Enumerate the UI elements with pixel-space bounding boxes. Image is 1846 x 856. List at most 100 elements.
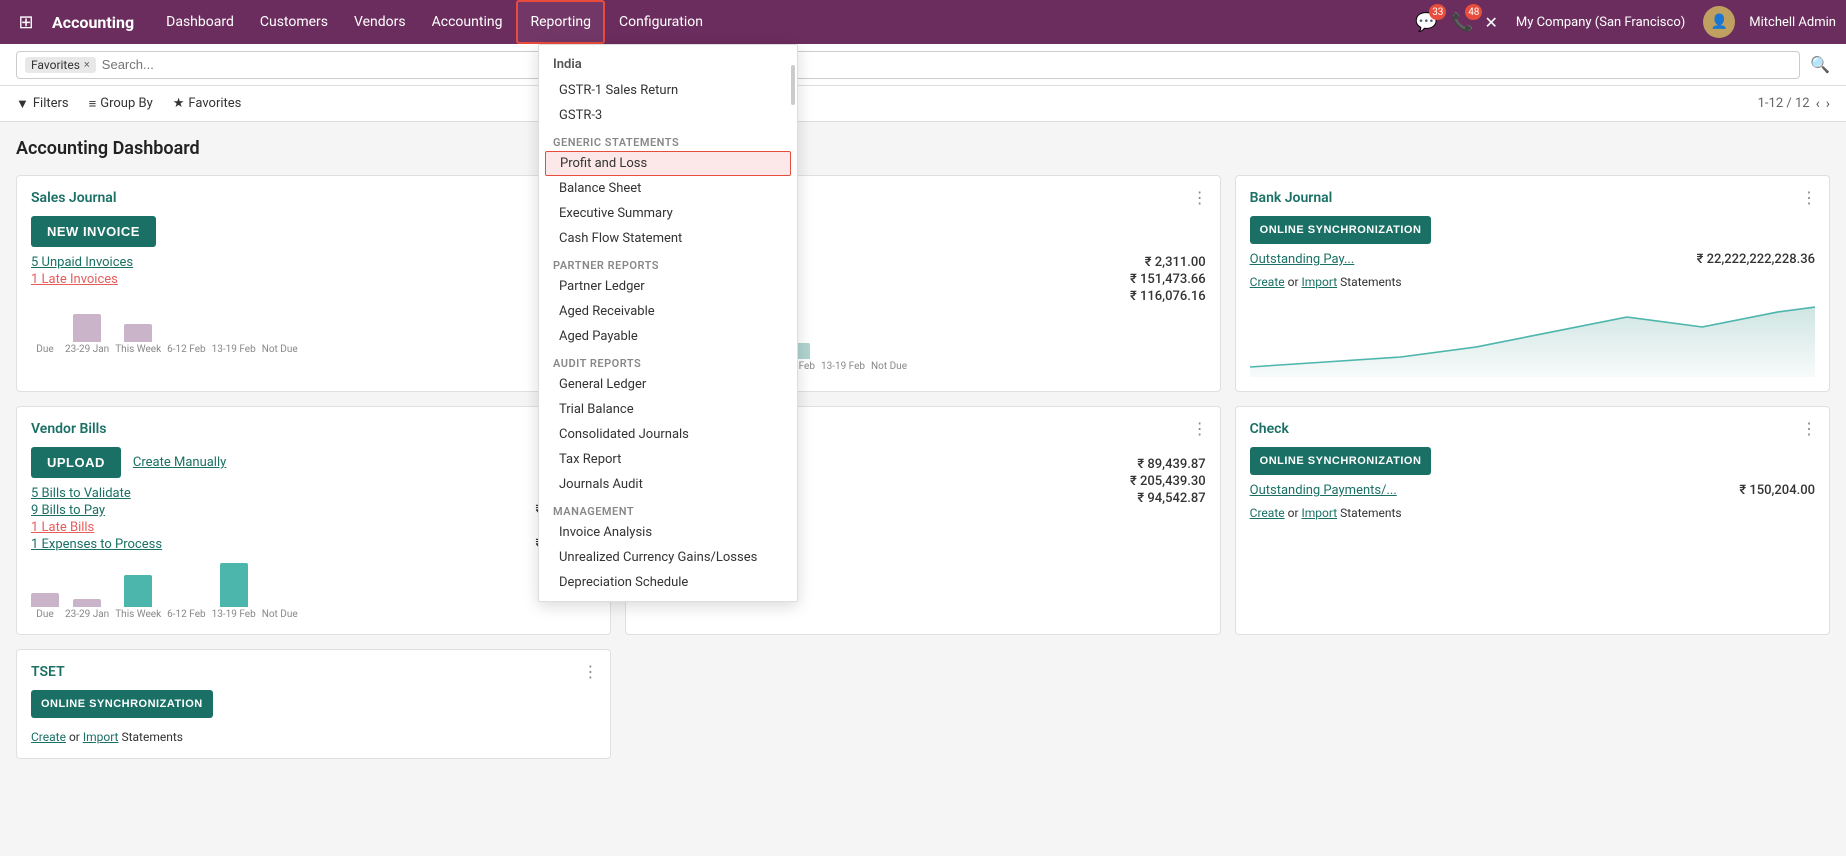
sales-journal-title: Sales Journal — [31, 190, 596, 206]
bills-validate-label[interactable]: 5 Bills to Validate — [31, 486, 131, 501]
partner-section-label: Partner Reports — [539, 251, 797, 274]
executive-summary-item[interactable]: Executive Summary — [539, 201, 797, 226]
nav-item-accounting[interactable]: Accounting — [420, 0, 515, 44]
stat-row: Outstanding Payments/... ₹ 150,204.00 — [1250, 483, 1815, 498]
depreciation-schedule-item[interactable]: Depreciation Schedule — [539, 570, 797, 595]
chart-bar — [73, 314, 101, 342]
general-ledger-item[interactable]: General Ledger — [539, 372, 797, 397]
tset-card: ⋮ TSET ONLINE SYNCHRONIZATION Create or … — [16, 649, 611, 759]
bank-journal-menu[interactable]: ⋮ — [1801, 188, 1817, 207]
partner-ledger-item[interactable]: Partner Ledger — [539, 274, 797, 299]
unpaid-value: ₹ 151,473.66 — [1130, 272, 1206, 287]
apps-icon[interactable]: ⊞ — [10, 6, 42, 38]
stat-row: 5 Bills to Validate ₹ 525.52 — [31, 486, 596, 501]
consolidated-journals-item[interactable]: Consolidated Journals — [539, 422, 797, 447]
tset-stmt: Statements — [121, 730, 183, 744]
create-link[interactable]: Create — [1250, 275, 1285, 289]
check-outstanding-label[interactable]: Outstanding Payments/... — [1250, 483, 1397, 498]
search-input[interactable] — [102, 57, 1791, 72]
check-menu[interactable]: ⋮ — [1801, 419, 1817, 438]
chart-col-6feb: 6-12 Feb — [167, 342, 205, 355]
nav-items: Dashboard Customers Vendors Accounting R… — [154, 0, 1412, 44]
profit-loss-item[interactable]: Profit and Loss — [545, 151, 791, 176]
new-invoice-button-sales[interactable]: NEW INVOICE — [31, 216, 156, 247]
check-create-link[interactable]: Create — [1250, 506, 1285, 520]
nav-item-dashboard[interactable]: Dashboard — [154, 0, 246, 44]
prev-page-button[interactable]: ‹ — [1816, 96, 1820, 112]
check-outstanding-value: ₹ 150,204.00 — [1739, 483, 1815, 498]
misc-journal-menu[interactable]: ⋮ — [1192, 419, 1208, 438]
nav-item-customers[interactable]: Customers — [248, 0, 340, 44]
or-text: or — [1288, 275, 1302, 289]
nav-item-configuration[interactable]: Configuration — [607, 0, 715, 44]
pagination-count: 1-12 / 12 — [1758, 96, 1810, 111]
expenses-label[interactable]: 1 Expenses to Process — [31, 537, 162, 552]
late-bills-label[interactable]: 1 Late Bills — [31, 520, 94, 535]
chat-icon[interactable]: 💬 33 — [1412, 8, 1440, 36]
check-import-link[interactable]: Import — [1301, 506, 1337, 520]
aged-payable-item[interactable]: Aged Payable — [539, 324, 797, 349]
chart-col: Due — [31, 593, 59, 620]
aged-receivable-item[interactable]: Aged Receivable — [539, 299, 797, 324]
tax-invoices-menu[interactable]: ⋮ — [1192, 188, 1208, 207]
gstr3-item[interactable]: GSTR-3 — [539, 103, 797, 128]
tag-label: Favorites — [31, 58, 80, 72]
chart-label: This Week — [115, 609, 161, 620]
page-content: Accounting Dashboard ⋮ Sales Journal NEW… — [0, 122, 1846, 844]
company-label: My Company (San Francisco) — [1516, 15, 1685, 30]
cashflow-item[interactable]: Cash Flow Statement — [539, 226, 797, 251]
late-invoices-label[interactable]: 1 Late Invoices — [31, 272, 118, 287]
nav-item-vendors[interactable]: Vendors — [342, 0, 418, 44]
close-icon[interactable]: ✕ — [1484, 13, 1497, 32]
user-avatar[interactable]: 👤 — [1703, 6, 1735, 38]
create-manually-link[interactable]: Create Manually — [133, 455, 226, 470]
upload-button[interactable]: UPLOAD — [31, 447, 121, 478]
nav-right: 💬 33 📞 48 ✕ My Company (San Francisco) 👤… — [1412, 6, 1836, 38]
chat-badge: 33 — [1429, 4, 1446, 20]
tag-remove[interactable]: × — [84, 58, 90, 71]
tset-menu[interactable]: ⋮ — [582, 662, 598, 681]
gstr1-item[interactable]: GSTR-1 Sales Return — [539, 78, 797, 103]
chart-label: 13-19 Feb — [212, 609, 256, 620]
check-or-text: or — [1288, 506, 1302, 520]
groupby-button[interactable]: ≡ Group By — [89, 96, 153, 112]
chart-label: 23-29 Jan — [65, 609, 109, 620]
trial-balance-item[interactable]: Trial Balance — [539, 397, 797, 422]
phone-icon[interactable]: 📞 48 — [1448, 8, 1476, 36]
chart-label: 13-19 Feb — [212, 344, 256, 355]
tset-create-link[interactable]: Create — [31, 730, 66, 744]
stat-row: 9 Bills to Pay ₹ 4,323.68 — [31, 503, 596, 518]
tax-report-item[interactable]: Tax Report — [539, 447, 797, 472]
bank-sync-button[interactable]: ONLINE SYNCHRONIZATION — [1250, 216, 1432, 244]
vendor-bills-title: Vendor Bills — [31, 421, 596, 437]
favorites-button[interactable]: ★ Favorites — [173, 96, 242, 111]
journals-audit-item[interactable]: Journals Audit — [539, 472, 797, 497]
search-button[interactable]: 🔍 — [1810, 55, 1830, 74]
chart-bar — [124, 575, 152, 607]
tset-import-link[interactable]: Import — [83, 730, 119, 744]
scrollbar-thumb[interactable] — [791, 65, 795, 105]
bills-pay-label[interactable]: 9 Bills to Pay — [31, 503, 105, 518]
filters-button[interactable]: ▼ Filters — [16, 96, 69, 112]
unrealized-currency-item[interactable]: Unrealized Currency Gains/Losses — [539, 545, 797, 570]
check-stats: Outstanding Payments/... ₹ 150,204.00 — [1250, 483, 1815, 498]
check-title: Check — [1250, 421, 1815, 437]
tset-sync-button[interactable]: ONLINE SYNCHRONIZATION — [31, 690, 213, 718]
validate-value: ₹ 2,311.00 — [1145, 255, 1206, 270]
check-sync-button[interactable]: ONLINE SYNCHRONIZATION — [1250, 447, 1432, 475]
check-stmt-text: Statements — [1340, 506, 1402, 520]
next-page-button[interactable]: › — [1826, 96, 1830, 112]
filter-icon: ▼ — [16, 96, 29, 112]
invoice-analysis-item[interactable]: Invoice Analysis — [539, 520, 797, 545]
chart-label: Not Due — [262, 609, 298, 620]
bottom-row: ⋮ TSET ONLINE SYNCHRONIZATION Create or … — [16, 649, 1830, 759]
chart-col-jan: 23-29 Jan — [65, 314, 109, 355]
import-link[interactable]: Import — [1301, 275, 1337, 289]
unpaid-invoices-label[interactable]: 5 Unpaid Invoices — [31, 255, 133, 270]
chart-col: Not Due — [871, 359, 907, 372]
nav-item-reporting[interactable]: Reporting — [516, 0, 605, 44]
filter-row: ▼ Filters ≡ Group By ★ Favorites 1-12 / … — [0, 86, 1846, 122]
balance-sheet-item[interactable]: Balance Sheet — [539, 176, 797, 201]
outstanding-pay-value: ₹ 205,439.30 — [1130, 474, 1206, 489]
outstanding-label[interactable]: Outstanding Pay... — [1250, 252, 1355, 267]
